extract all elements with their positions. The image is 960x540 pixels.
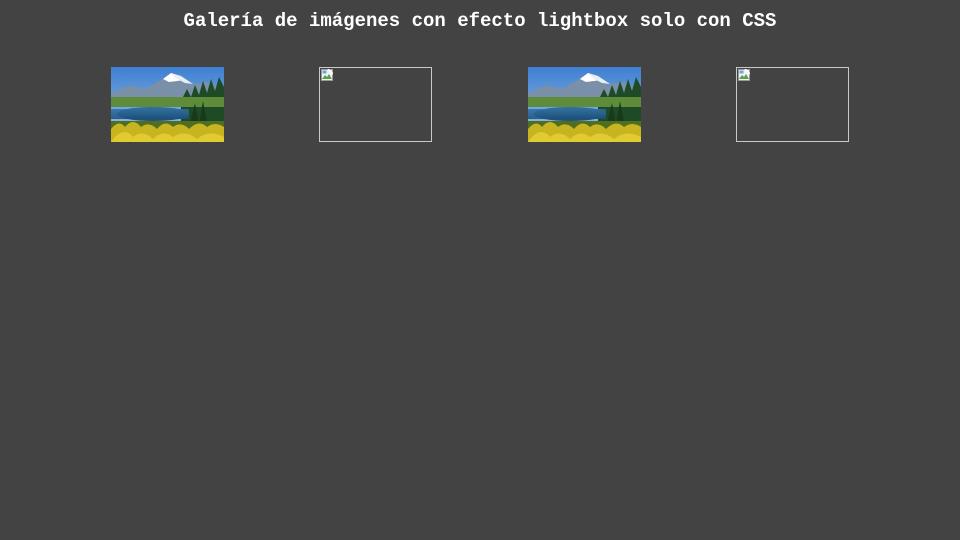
broken-image-icon — [321, 69, 333, 81]
broken-image-icon — [738, 69, 750, 81]
landscape-photo — [528, 67, 641, 142]
gallery-thumbnail-2[interactable] — [319, 67, 432, 142]
image-gallery — [0, 67, 960, 143]
gallery-thumbnail-1[interactable] — [111, 67, 224, 142]
gallery-thumbnail-3[interactable] — [528, 67, 641, 142]
landscape-photo — [111, 67, 224, 142]
gallery-thumbnail-4[interactable] — [736, 67, 849, 142]
page-title: Galería de imágenes con efecto lightbox … — [183, 10, 777, 32]
